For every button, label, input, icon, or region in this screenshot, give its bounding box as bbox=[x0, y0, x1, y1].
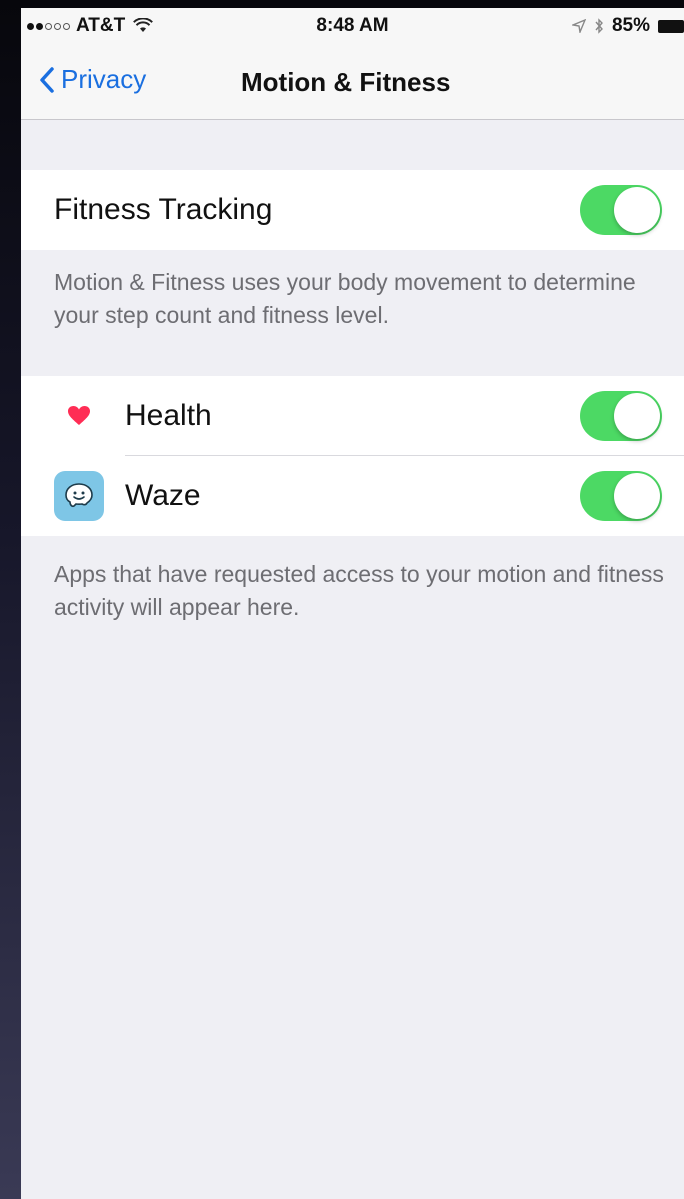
battery-icon bbox=[658, 19, 684, 33]
app-row-label: Waze bbox=[125, 479, 201, 512]
location-icon bbox=[571, 19, 586, 33]
back-button[interactable]: Privacy bbox=[39, 64, 146, 95]
toggle-knob bbox=[614, 187, 660, 233]
fitness-tracking-footer: Motion & Fitness uses your body movement… bbox=[54, 269, 636, 328]
status-right: 85% bbox=[571, 15, 684, 37]
fitness-tracking-group: Fitness Tracking bbox=[21, 170, 684, 250]
app-row-waze: Waze bbox=[21, 456, 684, 536]
bluetooth-icon bbox=[595, 18, 603, 34]
health-app-icon bbox=[54, 391, 104, 441]
waze-app-icon bbox=[54, 471, 104, 521]
waze-toggle[interactable] bbox=[580, 471, 662, 521]
page-title: Motion & Fitness bbox=[241, 67, 451, 97]
fitness-tracking-row: Fitness Tracking bbox=[21, 170, 684, 250]
waze-icon bbox=[65, 483, 93, 508]
app-row-label: Health bbox=[125, 399, 212, 432]
motion-fitness-screen: AT&T 8:48 AM 85% Privacy Motion & Fitnes… bbox=[21, 8, 684, 1199]
battery-percent: 85% bbox=[611, 15, 650, 36]
status-bar: AT&T 8:48 AM 85% bbox=[21, 8, 684, 42]
navigation-bar: Privacy Motion & Fitness bbox=[21, 42, 684, 120]
app-row-health: Health bbox=[21, 376, 684, 456]
back-button-label: Privacy bbox=[61, 64, 147, 94]
health-toggle[interactable] bbox=[580, 391, 662, 441]
fitness-tracking-label: Fitness Tracking bbox=[54, 193, 273, 226]
fitness-tracking-toggle[interactable] bbox=[580, 185, 662, 235]
apps-footer: Apps that have requested access to your … bbox=[54, 561, 664, 620]
toggle-knob bbox=[614, 473, 660, 519]
chevron-left-icon bbox=[40, 66, 54, 93]
apps-group: Health Waze bbox=[21, 376, 684, 536]
heart-icon bbox=[68, 406, 90, 425]
toggle-knob bbox=[614, 393, 660, 439]
